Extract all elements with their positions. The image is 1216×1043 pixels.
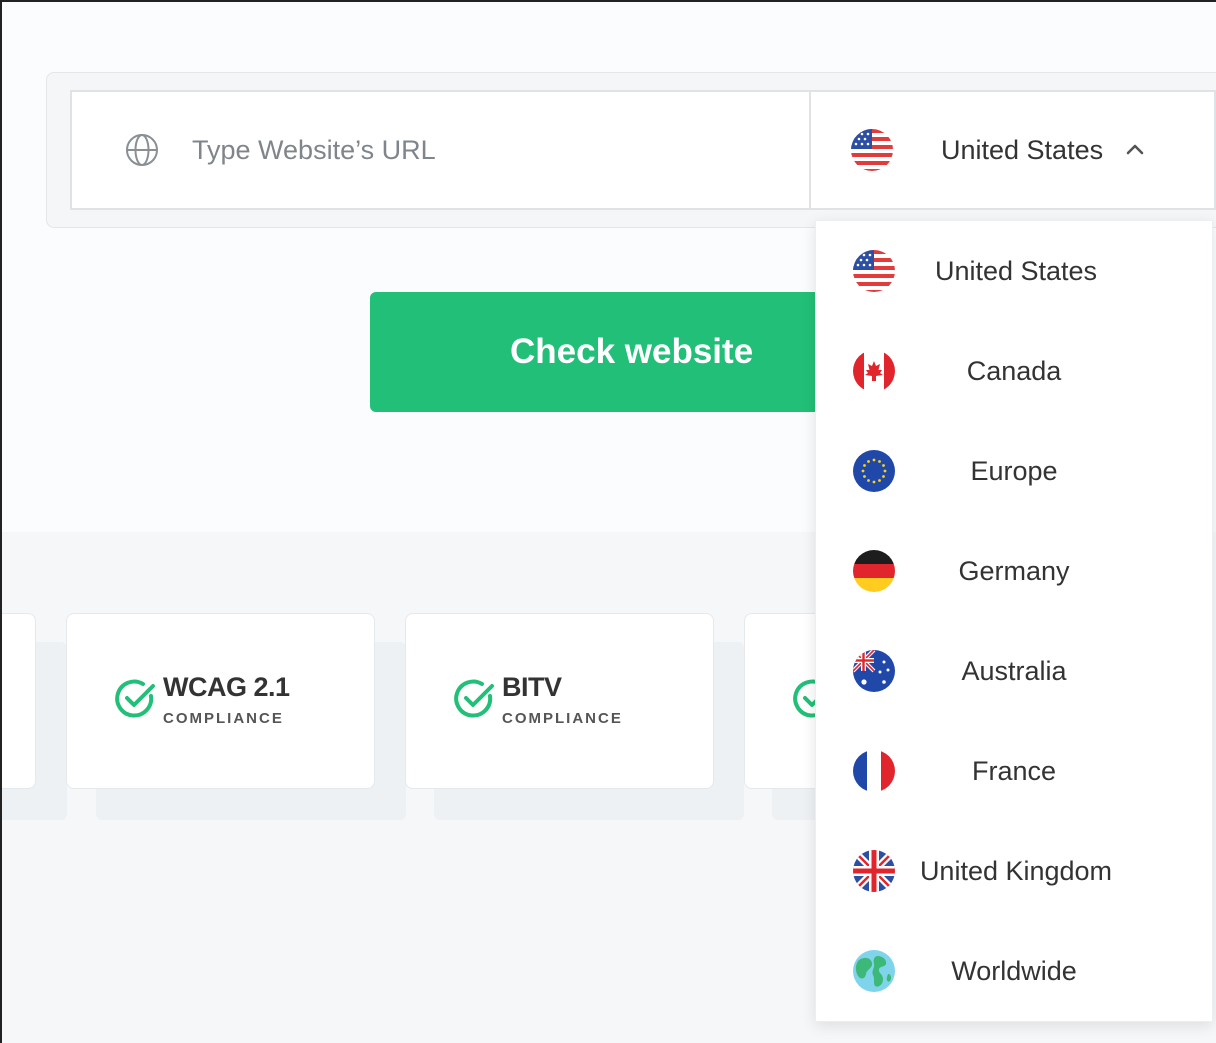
country-option-australia[interactable]: Australia	[816, 621, 1212, 721]
chevron-up-icon	[1123, 138, 1147, 162]
url-input[interactable]	[192, 134, 752, 166]
country-option-label: United Kingdom	[919, 855, 1113, 886]
url-field	[72, 92, 811, 208]
country-option-label: United States	[934, 255, 1098, 286]
globe-icon	[124, 132, 160, 168]
compliance-card-wcag: WCAG 2.1 COMPLIANCE	[66, 613, 375, 789]
country-option-united-states[interactable]: United States	[816, 221, 1212, 321]
country-option-europe[interactable]: Europe	[816, 421, 1212, 521]
selected-country-label: United States	[941, 134, 1104, 165]
check-circle-icon	[452, 676, 496, 720]
country-dropdown: United States Canada Europe Germany Aust…	[815, 220, 1213, 1022]
country-option-united-kingdom[interactable]: United Kingdom	[816, 821, 1212, 921]
search-bar: United States	[70, 90, 1216, 210]
card-subtitle: COMPLIANCE	[502, 710, 623, 727]
country-option-label: Australia	[961, 655, 1067, 686]
eu-flag-icon	[853, 450, 895, 492]
canada-flag-icon	[853, 350, 895, 392]
country-option-label: France	[971, 755, 1057, 786]
uk-flag-icon	[853, 850, 895, 892]
card-title: WCAG 2.1	[163, 672, 290, 702]
country-option-france[interactable]: France	[816, 721, 1212, 821]
france-flag-icon	[853, 750, 895, 792]
us-flag-icon	[853, 250, 895, 292]
card-subtitle: COMPLIANCE	[163, 710, 284, 727]
country-option-canada[interactable]: Canada	[816, 321, 1212, 421]
card-title: BITV	[502, 672, 562, 702]
country-option-label: Worldwide	[951, 955, 1077, 986]
country-option-label: Germany	[958, 555, 1070, 586]
country-select[interactable]: United States	[811, 92, 1214, 208]
country-option-worldwide[interactable]: Worldwide	[816, 921, 1212, 1021]
us-flag-icon	[851, 129, 893, 171]
globe-earth-icon	[853, 950, 895, 992]
country-option-label: Europe	[970, 455, 1058, 486]
australia-flag-icon	[853, 650, 895, 692]
country-option-germany[interactable]: Germany	[816, 521, 1212, 621]
germany-flag-icon	[853, 550, 895, 592]
compliance-card-partial	[2, 613, 36, 789]
check-circle-icon	[113, 676, 157, 720]
country-option-label: Canada	[966, 355, 1062, 386]
compliance-card-bitv: BITV COMPLIANCE	[405, 613, 714, 789]
page: United States Check website WCAG 2.1	[0, 0, 1216, 1043]
